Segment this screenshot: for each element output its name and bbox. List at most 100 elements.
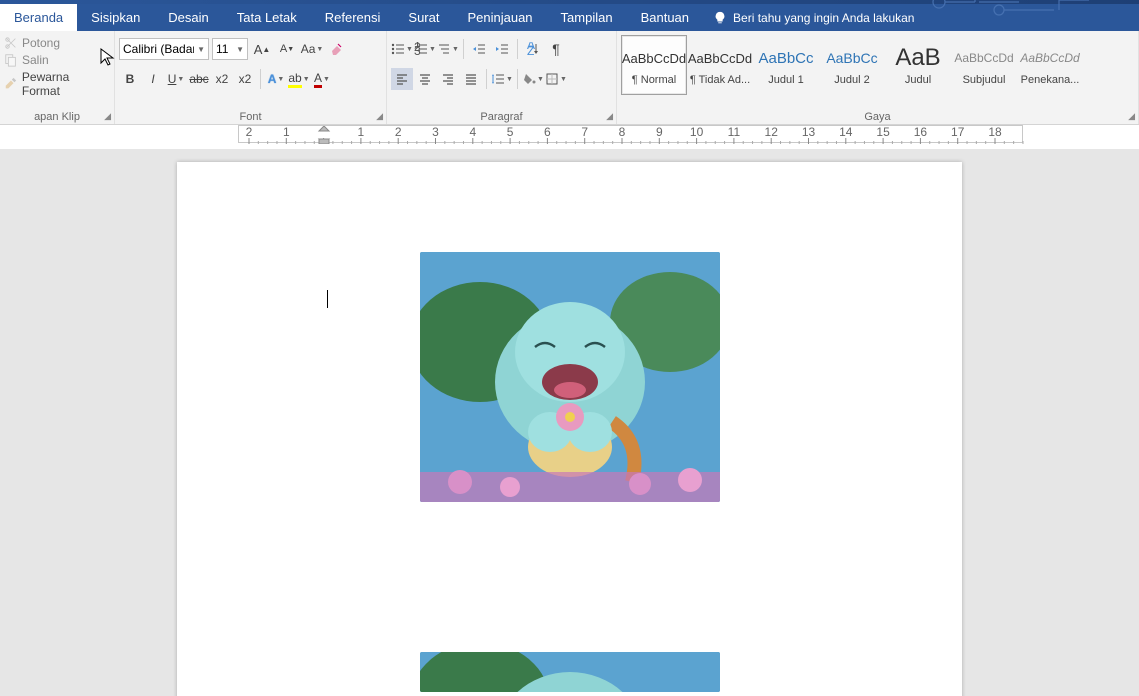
show-marks-button[interactable]: ¶ — [545, 38, 567, 60]
italic-button[interactable]: I — [142, 68, 164, 90]
tab-bantuan[interactable]: Bantuan — [627, 4, 703, 31]
sort-button[interactable]: AZ — [522, 38, 544, 60]
inserted-image-2[interactable] — [420, 652, 720, 692]
style-penekana[interactable]: AaBbCcDdPenekana... — [1017, 35, 1083, 95]
svg-text:16: 16 — [914, 126, 928, 139]
paragraph-launcher[interactable]: ◢ — [606, 111, 613, 122]
increase-indent-button[interactable] — [491, 38, 513, 60]
text-cursor — [327, 290, 328, 308]
grow-font-button[interactable]: A▲ — [251, 38, 273, 60]
font-group: Calibri (Badan)▼ 11▼ A▲ A▼ Aa▼ B I U▼ ab… — [115, 31, 387, 124]
svg-text:1: 1 — [283, 126, 290, 139]
justify-button[interactable] — [460, 68, 482, 90]
change-case-button[interactable]: Aa▼ — [301, 38, 323, 60]
styles-label: Gaya — [617, 111, 1138, 123]
subscript-button[interactable]: x2 — [211, 68, 233, 90]
svg-text:8: 8 — [619, 126, 626, 139]
strikethrough-button[interactable]: abc — [188, 68, 210, 90]
tell-me-search[interactable]: Beri tahu yang ingin Anda lakukan — [713, 11, 914, 25]
align-left-button[interactable] — [391, 68, 413, 90]
format-painter-button[interactable]: Pewarna Format — [4, 70, 110, 98]
superscript-button[interactable]: x2 — [234, 68, 256, 90]
inserted-image-1[interactable] — [420, 252, 720, 502]
tab-sisipkan[interactable]: Sisipkan — [77, 4, 154, 31]
paragraph-group: ▼ 123▼ ▼ AZ ¶ ▼ ▼ ▼ Paragraf ◢ — [387, 31, 617, 124]
font-size-combo[interactable]: 11▼ — [212, 38, 248, 60]
clipboard-launcher[interactable]: ◢ — [104, 111, 111, 122]
bucket-icon — [522, 72, 536, 86]
numbering-button[interactable]: 123▼ — [414, 38, 436, 60]
svg-text:10: 10 — [690, 126, 704, 139]
brush-icon — [4, 77, 18, 91]
titlebar-decoration — [0, 0, 1139, 4]
bullets-icon — [391, 42, 405, 56]
svg-text:13: 13 — [802, 126, 816, 139]
align-right-button[interactable] — [437, 68, 459, 90]
outdent-icon — [472, 42, 486, 56]
shading-button[interactable]: ▼ — [522, 68, 544, 90]
svg-text:18: 18 — [988, 126, 1002, 139]
page[interactable] — [177, 162, 962, 696]
tab-beranda[interactable]: Beranda — [0, 4, 77, 31]
svg-text:1: 1 — [358, 126, 365, 139]
font-name-combo[interactable]: Calibri (Badan)▼ — [119, 38, 209, 60]
svg-text:2: 2 — [395, 126, 402, 139]
sort-icon: AZ — [526, 42, 540, 56]
styles-group: AaBbCcDd¶ NormalAaBbCcDd¶ Tidak Ad...AaB… — [617, 31, 1139, 124]
tab-desain[interactable]: Desain — [154, 4, 222, 31]
borders-button[interactable]: ▼ — [545, 68, 567, 90]
tab-peninjauan[interactable]: Peninjauan — [453, 4, 546, 31]
tab-referensi[interactable]: Referensi — [311, 4, 395, 31]
align-center-button[interactable] — [414, 68, 436, 90]
svg-text:6: 6 — [544, 126, 551, 139]
clear-formatting-button[interactable] — [326, 38, 348, 60]
tab-tampilan[interactable]: Tampilan — [547, 4, 627, 31]
highlight-button[interactable]: ab▼ — [288, 68, 310, 90]
multilevel-button[interactable]: ▼ — [437, 38, 459, 60]
svg-text:5: 5 — [507, 126, 514, 139]
style-judul2[interactable]: AaBbCcJudul 2 — [819, 35, 885, 95]
bold-button[interactable]: B — [119, 68, 141, 90]
line-spacing-button[interactable]: ▼ — [491, 68, 513, 90]
style-normal[interactable]: AaBbCcDd¶ Normal — [621, 35, 687, 95]
scissors-icon — [4, 36, 18, 50]
spacing-icon — [491, 72, 505, 86]
cut-button[interactable]: Potong — [4, 36, 110, 50]
svg-text:14: 14 — [839, 126, 853, 139]
svg-text:3: 3 — [414, 44, 421, 56]
ribbon: Potong Salin Pewarna Format apan Klip ◢ … — [0, 31, 1139, 125]
tab-surat[interactable]: Surat — [394, 4, 453, 31]
paragraph-label: Paragraf — [387, 111, 616, 123]
svg-text:4: 4 — [469, 126, 476, 139]
style-tidakad[interactable]: AaBbCcDd¶ Tidak Ad... — [687, 35, 753, 95]
copy-button[interactable]: Salin — [4, 53, 110, 67]
bullets-button[interactable]: ▼ — [391, 38, 413, 60]
borders-icon — [545, 72, 559, 86]
ruler[interactable]: 21123456789101112131415161718 — [0, 125, 1139, 149]
tab-tata-letak[interactable]: Tata Letak — [223, 4, 311, 31]
font-color-button[interactable]: A▼ — [311, 68, 333, 90]
multilevel-icon — [437, 42, 451, 56]
decrease-indent-button[interactable] — [468, 38, 490, 60]
style-judul1[interactable]: AaBbCcJudul 1 — [753, 35, 819, 95]
shrink-font-button[interactable]: A▼ — [276, 38, 298, 60]
align-left-icon — [395, 72, 409, 86]
svg-text:11: 11 — [728, 126, 741, 139]
tell-me-label: Beri tahu yang ingin Anda lakukan — [733, 11, 914, 25]
lightbulb-icon — [713, 11, 727, 25]
numbering-icon: 123 — [414, 42, 428, 56]
text-effects-button[interactable]: A▼ — [265, 68, 287, 90]
svg-text:2: 2 — [246, 126, 253, 139]
indent-icon — [495, 42, 509, 56]
clipboard-label: apan Klip — [0, 111, 114, 123]
style-judul[interactable]: AaBJudul — [885, 35, 951, 95]
svg-text:3: 3 — [432, 126, 439, 139]
svg-text:17: 17 — [951, 126, 965, 139]
underline-button[interactable]: U▼ — [165, 68, 187, 90]
style-subjudul[interactable]: AaBbCcDdSubjudul — [951, 35, 1017, 95]
font-launcher[interactable]: ◢ — [376, 111, 383, 122]
svg-text:12: 12 — [765, 126, 779, 139]
copy-icon — [4, 53, 18, 67]
document-area[interactable] — [0, 150, 1139, 696]
styles-launcher[interactable]: ◢ — [1128, 111, 1135, 122]
